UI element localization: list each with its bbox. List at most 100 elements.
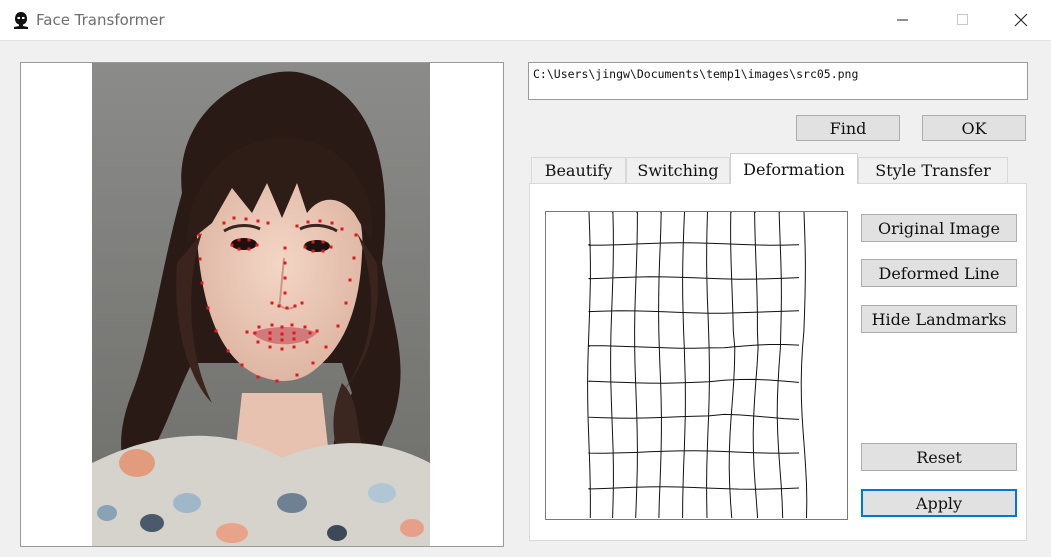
landmark-point [237, 238, 241, 242]
landmark-point [318, 219, 322, 223]
landmark-point [283, 246, 287, 250]
landmark-point [336, 324, 340, 328]
landmark-point [280, 338, 284, 342]
landmark-point [270, 301, 274, 305]
grid-line-horizontal [588, 242, 800, 246]
reset-button[interactable]: Reset [861, 443, 1017, 471]
grid-line-vertical [610, 212, 614, 519]
tab-switching[interactable]: Switching [626, 157, 730, 183]
grid-line-vertical [634, 212, 638, 519]
landmark-point [344, 301, 348, 305]
title-bar: Face Transformer [0, 0, 1051, 41]
landmark-point [247, 238, 251, 242]
landmark-point [256, 219, 260, 223]
landmark-point [330, 221, 334, 225]
landmark-point [348, 278, 352, 282]
tab-style-transfer[interactable]: Style Transfer [858, 157, 1008, 183]
landmark-point [283, 276, 287, 280]
landmark-point [283, 261, 287, 265]
grid-line-horizontal [588, 276, 800, 280]
minimize-icon [897, 19, 908, 21]
landmark-point [275, 379, 279, 383]
tab-beautify[interactable]: Beautify [531, 157, 626, 183]
landmark-point [311, 249, 315, 253]
grid-line-vertical [706, 212, 710, 519]
grid-line-horizontal [588, 450, 800, 454]
landmark-point [300, 301, 304, 305]
landmark-point [226, 349, 230, 353]
landmark-point [197, 233, 201, 237]
window-title: Face Transformer [36, 11, 165, 29]
close-button[interactable] [998, 0, 1044, 40]
landmark-point [292, 331, 296, 335]
landmark-point [270, 323, 274, 327]
landmark-point [280, 347, 284, 351]
landmark-point [292, 345, 296, 349]
landmark-point [293, 304, 297, 308]
landmark-point [232, 216, 236, 220]
grid-line-horizontal [588, 344, 800, 349]
grid-line-horizontal [588, 310, 800, 314]
landmark-point [214, 329, 218, 333]
grid-line-vertical [800, 212, 808, 519]
landmark-point [266, 221, 270, 225]
grid-line-horizontal [588, 413, 800, 420]
landmark-point [280, 332, 284, 336]
grid-line-vertical [752, 212, 759, 519]
landmark-point [222, 221, 226, 225]
landmark-point [268, 331, 272, 335]
landmark-point [245, 330, 249, 334]
file-path-field[interactable]: C:\Users\jingw\Documents\temp1\images\sr… [528, 62, 1028, 100]
landmark-point [311, 361, 315, 365]
landmark-point [290, 323, 294, 327]
maximize-icon [957, 14, 968, 25]
deformed-line-button[interactable]: Deformed Line [861, 259, 1017, 287]
deformation-grid [587, 212, 808, 519]
landmark-point [352, 256, 356, 260]
landmark-point [292, 337, 296, 341]
grid-line-horizontal [588, 378, 800, 384]
maximize-button[interactable] [940, 0, 986, 40]
landmark-point [285, 306, 289, 310]
landmark-point [200, 281, 204, 285]
landmark-point [283, 291, 287, 295]
portrait-photo [92, 63, 430, 546]
apply-button[interactable]: Apply [861, 489, 1017, 517]
landmark-point [321, 240, 325, 244]
hide-landmarks-button[interactable]: Hide Landmarks [861, 305, 1017, 333]
original-image-button[interactable]: Original Image [861, 214, 1017, 242]
landmark-point [303, 325, 307, 329]
landmark-point [253, 331, 257, 335]
ok-button[interactable]: OK [922, 115, 1026, 141]
landmark-point [311, 240, 315, 244]
tab-deformation[interactable]: Deformation [730, 153, 858, 184]
landmark-point [354, 233, 358, 237]
grid-line-horizontal [588, 486, 800, 490]
landmark-point [340, 227, 344, 231]
landmark-point [321, 249, 325, 253]
landmark-point [244, 217, 248, 221]
landmark-point [295, 224, 299, 228]
face-silhouette-icon [12, 11, 30, 29]
minimize-button[interactable] [880, 0, 926, 40]
deformation-grid-panel [545, 211, 848, 520]
find-button[interactable]: Find [796, 115, 900, 141]
image-preview-panel [20, 62, 504, 547]
landmark-point [198, 257, 202, 261]
landmark-point [308, 331, 312, 335]
grid-line-vertical [658, 212, 662, 519]
landmark-point [277, 304, 281, 308]
landmark-point [230, 243, 234, 247]
grid-line-vertical [587, 212, 591, 519]
landmark-point [237, 247, 241, 251]
landmark-point [268, 345, 272, 349]
landmark-point [255, 243, 259, 247]
landmark-point [257, 325, 261, 329]
landmark-point [295, 373, 299, 377]
landmark-point [305, 340, 309, 344]
landmark-point [206, 306, 210, 310]
landmark-point [256, 340, 260, 344]
landmark-point [315, 329, 319, 333]
grid-line-vertical [728, 212, 736, 519]
landmark-point [247, 247, 251, 251]
